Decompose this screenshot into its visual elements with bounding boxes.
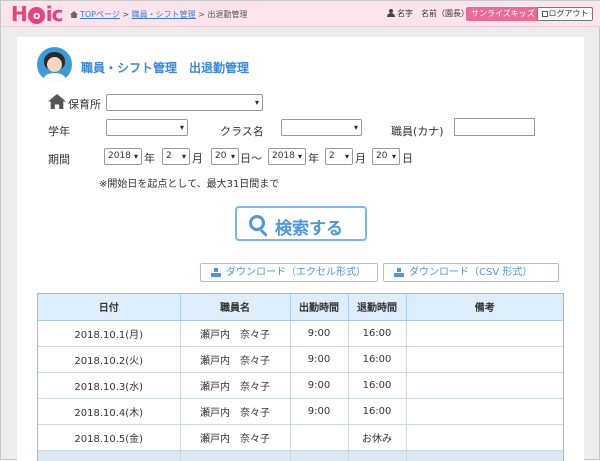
breadcrumb-top-link[interactable]: TOPページ bbox=[80, 10, 120, 19]
user-info: 名字 名前（園長） bbox=[387, 8, 469, 19]
home-icon bbox=[70, 11, 78, 18]
table-header-row: 日付 職員名 出勤時間 退勤時間 備考 bbox=[38, 294, 563, 321]
cell-staff: 瀬戸内 奈々子 bbox=[180, 372, 291, 399]
col-remarks: 備考 bbox=[406, 294, 563, 321]
cell-date: 2018.10.5(金) bbox=[38, 424, 181, 451]
cell-clock-in: 9:00 bbox=[290, 320, 349, 347]
app-window: Ho ic TOPページ > 職員・シフト管理 > 出退勤管理 名字 名前（園長）… bbox=[0, 0, 600, 461]
breadcrumb: TOPページ > 職員・シフト管理 > 出退勤管理 bbox=[70, 9, 247, 20]
cell-clock-out: 16:00 bbox=[348, 320, 407, 347]
breadcrumb-staff-link[interactable]: 職員・シフト管理 bbox=[132, 10, 196, 19]
staff-kana-label: 職員(カナ) bbox=[391, 125, 444, 138]
table-row[interactable]: 2018.10.1(月) 瀬戸内 奈々子 9:00 16:00 bbox=[38, 320, 563, 347]
cell-staff: 瀬戸内 奈々子 bbox=[180, 346, 291, 373]
staff-avatar-icon bbox=[37, 47, 72, 82]
cell-clock-in: 9:00 bbox=[290, 372, 349, 399]
cell-clock-out: 16:00 bbox=[348, 346, 407, 373]
staff-kana-input[interactable] bbox=[454, 118, 535, 136]
download-icon bbox=[394, 268, 404, 277]
cell-clock-out: お休み bbox=[348, 424, 407, 451]
table-row[interactable]: 2018.10.4(木) 瀬戸内 奈々子 9:00 16:00 bbox=[38, 398, 563, 425]
class-select[interactable] bbox=[281, 119, 362, 136]
to-day-select[interactable]: 20 bbox=[372, 148, 400, 165]
cell-date: 2018.10.3(水) bbox=[38, 372, 181, 399]
from-month-select[interactable]: 2 bbox=[162, 148, 190, 165]
cell-remarks bbox=[406, 346, 563, 373]
grade-label: 学年 bbox=[48, 125, 70, 138]
cell-clock-out: 16:00 bbox=[348, 372, 407, 399]
breadcrumb-current: 出退勤管理 bbox=[207, 10, 248, 19]
cell-clock-out: 16:00 bbox=[348, 398, 407, 425]
col-date: 日付 bbox=[38, 294, 181, 321]
from-year-select[interactable]: 2018 bbox=[104, 148, 142, 165]
cell-clock-in: 9:00 bbox=[290, 346, 349, 373]
cell-clock-in bbox=[290, 424, 349, 451]
period-label: 期間 bbox=[48, 153, 70, 166]
top-header: Ho ic TOPページ > 職員・シフト管理 > 出退勤管理 名字 名前（園長）… bbox=[1, 1, 600, 27]
col-clock-out: 退勤時間 bbox=[348, 294, 407, 321]
page-title: 職員・シフト管理 出退勤管理 bbox=[81, 61, 250, 75]
to-month-select[interactable]: 2 bbox=[325, 148, 353, 165]
cell-date: 2018.10.4(木) bbox=[38, 398, 181, 425]
cell-date: 2018.10.1(月) bbox=[38, 320, 181, 347]
grade-select[interactable] bbox=[106, 119, 188, 136]
table-row-partial bbox=[38, 450, 563, 461]
nursery-label: 保育所 bbox=[68, 98, 101, 111]
user-icon bbox=[387, 9, 395, 17]
cell-clock-in: 9:00 bbox=[290, 398, 349, 425]
cell-date: 2018.10.2(火) bbox=[38, 346, 181, 373]
download-excel-button[interactable]: ダウンロード（エクセル形式） bbox=[200, 263, 378, 282]
logout-button[interactable]: ログアウト bbox=[537, 7, 593, 21]
table-row[interactable]: 2018.10.3(水) 瀬戸内 奈々子 9:00 16:00 bbox=[38, 372, 563, 399]
search-icon bbox=[249, 215, 265, 231]
nursery-icon bbox=[48, 94, 66, 109]
nursery-badge[interactable]: サンライズキッズ bbox=[466, 7, 540, 21]
table-row[interactable]: 2018.10.5(金) 瀬戸内 奈々子 お休み bbox=[38, 424, 563, 451]
cell-remarks bbox=[406, 398, 563, 425]
nursery-select[interactable] bbox=[106, 94, 263, 111]
attendance-table: 日付 職員名 出勤時間 退勤時間 備考 2018.10.1(月) 瀬戸内 奈々子… bbox=[37, 293, 564, 461]
cell-staff: 瀬戸内 奈々子 bbox=[180, 398, 291, 425]
download-csv-button[interactable]: ダウンロード（CSV 形式） bbox=[383, 263, 559, 282]
user-name: 名字 名前（園長） bbox=[397, 9, 469, 18]
search-button[interactable]: 検索する bbox=[235, 206, 367, 241]
cell-remarks bbox=[406, 424, 563, 451]
app-logo[interactable]: Ho ic bbox=[11, 3, 63, 25]
from-day-select[interactable]: 20 bbox=[211, 148, 239, 165]
cell-remarks bbox=[406, 372, 563, 399]
col-clock-in: 出勤時間 bbox=[290, 294, 349, 321]
download-icon bbox=[211, 268, 221, 277]
to-year-select[interactable]: 2018 bbox=[268, 148, 306, 165]
logout-icon bbox=[541, 11, 548, 17]
cell-staff: 瀬戸内 奈々子 bbox=[180, 424, 291, 451]
cell-staff: 瀬戸内 奈々子 bbox=[180, 320, 291, 347]
col-staff: 職員名 bbox=[180, 294, 291, 321]
class-label: クラス名 bbox=[220, 125, 264, 138]
period-note: ※開始日を起点として、最大31日間まで bbox=[99, 179, 280, 190]
main-panel: 職員・シフト管理 出退勤管理 保育所 学年 クラス名 職員(カナ) 期間 201… bbox=[17, 37, 584, 461]
table-row[interactable]: 2018.10.2(火) 瀬戸内 奈々子 9:00 16:00 bbox=[38, 346, 563, 373]
cell-remarks bbox=[406, 320, 563, 347]
